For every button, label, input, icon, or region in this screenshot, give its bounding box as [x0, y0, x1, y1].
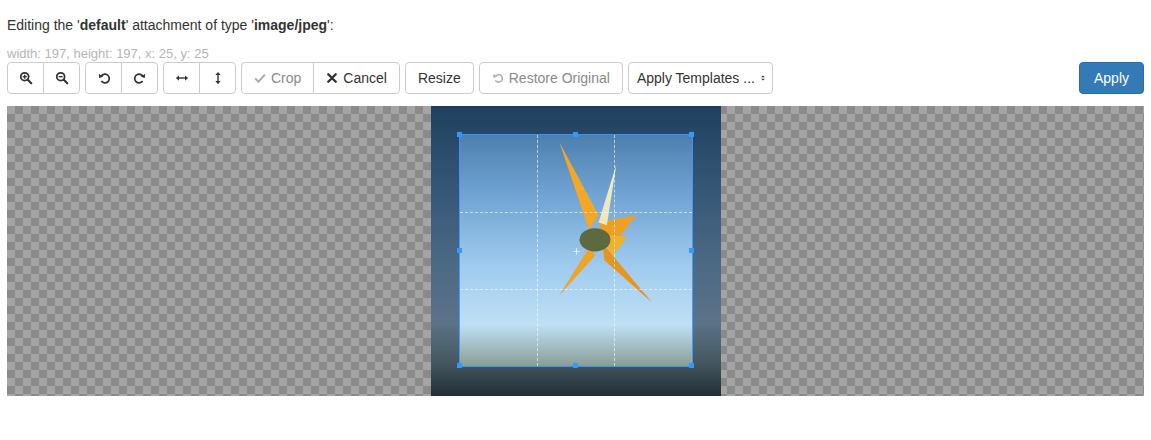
flip-horizontal-icon	[175, 71, 189, 85]
toolbar: Crop Cancel Resize Restore Original Apply Te…	[7, 62, 1144, 94]
crop-handle[interactable]	[689, 248, 694, 253]
crop-handle[interactable]	[457, 132, 462, 137]
crop-guide	[460, 289, 692, 290]
rotate-left-button[interactable]	[85, 62, 122, 94]
label: Editing the '	[7, 17, 80, 33]
label: default	[80, 17, 126, 33]
button-group	[85, 62, 158, 94]
crop-handle[interactable]	[573, 363, 578, 368]
apply-templates-select[interactable]: Apply Templates ...	[628, 62, 773, 94]
editor-heading: Editing the 'default' attachment of type…	[7, 16, 1144, 34]
flip-vertical-icon	[211, 71, 225, 85]
crop-box[interactable]	[459, 134, 693, 367]
close-icon	[326, 72, 338, 84]
label: ' attachment of type '	[126, 17, 254, 33]
button-group	[7, 62, 80, 94]
label: Apply	[1094, 70, 1129, 86]
cancel-button[interactable]: Cancel	[313, 62, 400, 94]
zoom-in-button[interactable]	[7, 62, 44, 94]
label: ':	[327, 17, 334, 33]
label: Crop	[271, 70, 301, 86]
label: Restore Original	[509, 70, 610, 86]
rotate-right-icon	[133, 71, 147, 85]
crop-button[interactable]: Crop	[241, 62, 314, 94]
zoom-out-button[interactable]	[43, 62, 80, 94]
check-icon	[254, 72, 266, 84]
zoom-out-icon	[55, 71, 69, 85]
apply-button[interactable]: Apply	[1079, 62, 1144, 94]
crop-info: width: 197, height: 197, x: 25, y: 25	[7, 46, 1144, 62]
flip-vertical-button[interactable]	[199, 62, 236, 94]
center-cross-icon	[572, 247, 581, 256]
crop-handle[interactable]	[689, 363, 694, 368]
label: Apply Templates ...	[637, 70, 755, 86]
rotate-left-icon	[97, 71, 111, 85]
crop-group: Crop Cancel	[241, 62, 400, 94]
image-photo	[431, 106, 721, 396]
crop-handle[interactable]	[573, 132, 578, 137]
restore-original-button[interactable]: Restore Original	[479, 62, 623, 94]
restore-icon	[492, 72, 504, 84]
dropdown-arrows-icon	[760, 72, 766, 84]
crop-handle[interactable]	[689, 132, 694, 137]
crop-handle[interactable]	[457, 363, 462, 368]
rotate-right-button[interactable]	[121, 62, 158, 94]
image-canvas	[7, 106, 1144, 396]
zoom-in-icon	[19, 71, 33, 85]
crop-guide	[614, 135, 615, 366]
flip-horizontal-button[interactable]	[163, 62, 200, 94]
crop-guide	[537, 135, 538, 366]
label: image/jpeg	[254, 17, 327, 33]
label: Resize	[418, 70, 461, 86]
button-group	[163, 62, 236, 94]
resize-button[interactable]: Resize	[405, 62, 474, 94]
label: Cancel	[343, 70, 387, 86]
flower-picture-icon	[500, 135, 690, 368]
crop-handle[interactable]	[457, 248, 462, 253]
crop-guide	[460, 212, 692, 213]
